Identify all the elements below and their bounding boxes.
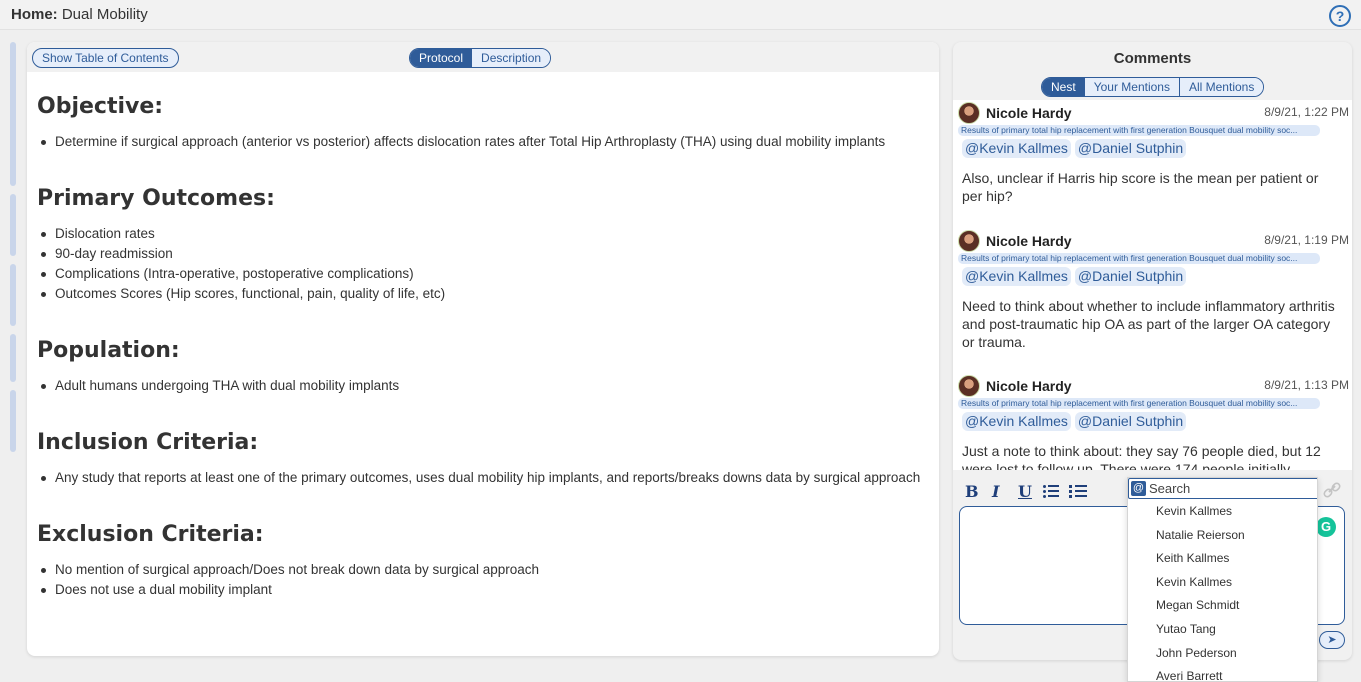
breadcrumb: Home: Dual Mobility: [11, 6, 148, 23]
tab-description[interactable]: Description: [472, 49, 551, 67]
comment-mentions: @Kevin Kallmes @Daniel Sutphin: [962, 412, 1187, 431]
mention-search: @: [1128, 478, 1317, 499]
mention-tag[interactable]: @Kevin Kallmes: [962, 267, 1071, 286]
section-progress-strip: [10, 42, 16, 452]
list-item: Does not use a dual mobility implant: [37, 580, 927, 600]
avatar: [958, 230, 980, 252]
comment-reference[interactable]: Results of primary total hip replacement…: [958, 398, 1320, 409]
italic-button[interactable]: I: [992, 482, 999, 501]
bullet-list-icon[interactable]: [1043, 485, 1059, 499]
comment-time: 8/9/21, 1:22 PM: [1264, 105, 1349, 119]
comment-time: 8/9/21, 1:13 PM: [1264, 378, 1349, 392]
section-list: No mention of surgical approach/Does not…: [37, 560, 927, 600]
mention-option[interactable]: Kevin Kallmes: [1128, 571, 1317, 595]
mention-tag[interactable]: @Kevin Kallmes: [962, 412, 1071, 431]
comment-text: Need to think about whether to include i…: [962, 298, 1335, 350]
grammarly-icon[interactable]: G: [1316, 517, 1336, 537]
help-icon[interactable]: ?: [1329, 5, 1351, 27]
tab-nest[interactable]: Nest: [1042, 78, 1085, 96]
section-heading: Objective:: [37, 94, 164, 119]
comment-mentions: @Kevin Kallmes @Daniel Sutphin: [962, 267, 1187, 286]
tab-your-mentions[interactable]: Your Mentions: [1084, 78, 1179, 96]
section-list: Dislocation rates 90-day readmission Compl…: [37, 224, 927, 304]
protocol-panel: Show Table of Contents Protocol Descript…: [27, 42, 939, 656]
protocol-view-tabs: Protocol Description: [409, 48, 552, 68]
breadcrumb-project: Dual Mobility: [61, 6, 148, 23]
mention-option[interactable]: Yutao Tang: [1128, 618, 1317, 642]
send-button[interactable]: ➤: [1319, 631, 1345, 649]
tab-protocol[interactable]: Protocol: [410, 49, 473, 67]
section-list: Any study that reports at least one of t…: [37, 468, 927, 488]
show-toc-button[interactable]: Show Table of Contents: [32, 48, 179, 68]
comment-time: 8/9/21, 1:19 PM: [1264, 233, 1349, 247]
comment-reference[interactable]: Results of primary total hip replacement…: [958, 125, 1320, 136]
section-list: Determine if surgical approach (anterior…: [37, 132, 927, 152]
comment-author[interactable]: Nicole Hardy: [986, 233, 1072, 249]
numbered-list-icon[interactable]: [1069, 485, 1087, 499]
mention-tag[interactable]: @Daniel Sutphin: [1074, 139, 1187, 158]
comment-text: Also, unclear if Harris hip score is the…: [962, 170, 1319, 204]
mention-option[interactable]: Megan Schmidt: [1128, 594, 1317, 618]
mention-option[interactable]: Keith Kallmes: [1128, 547, 1317, 571]
comment-author[interactable]: Nicole Hardy: [986, 105, 1072, 121]
list-item: No mention of surgical approach/Does not…: [37, 560, 927, 580]
comment-author[interactable]: Nicole Hardy: [986, 378, 1072, 394]
list-item: Dislocation rates: [37, 224, 927, 244]
comment-text: Just a note to think about: they say 76 …: [962, 443, 1321, 470]
list-item: Complications (Intra-operative, postoper…: [37, 264, 927, 284]
mention-option[interactable]: John Pederson: [1128, 642, 1317, 666]
protocol-panel-header: Show Table of Contents Protocol Descript…: [27, 42, 939, 72]
link-icon[interactable]: [1321, 481, 1343, 499]
top-bar: Home: Dual Mobility ?: [0, 0, 1361, 30]
list-item: Adult humans undergoing THA with dual mo…: [37, 376, 927, 396]
mention-tag[interactable]: @Daniel Sutphin: [1074, 412, 1187, 431]
breadcrumb-home[interactable]: Home:: [11, 6, 58, 23]
list-item: Outcomes Scores (Hip scores, functional,…: [37, 284, 927, 304]
underline-button[interactable]: U: [1018, 482, 1032, 501]
mention-option[interactable]: Natalie Reierson: [1128, 524, 1317, 548]
at-icon: @: [1131, 481, 1146, 496]
comment-reference[interactable]: Results of primary total hip replacement…: [958, 253, 1320, 264]
tab-all-mentions[interactable]: All Mentions: [1178, 78, 1264, 96]
protocol-document: Objective: Determine if surgical approach…: [37, 94, 927, 634]
bold-button[interactable]: B: [965, 482, 979, 501]
list-item: 90-day readmission: [37, 244, 927, 264]
section-heading: Exclusion Criteria:: [37, 522, 264, 547]
mention-option[interactable]: Kevin Kallmes: [1128, 500, 1317, 524]
comment-mentions: @Kevin Kallmes @Daniel Sutphin: [962, 139, 1187, 158]
mention-tag[interactable]: @Kevin Kallmes: [962, 139, 1071, 158]
comment-list[interactable]: Nicole Hardy 8/9/21, 1:22 PM Results of …: [953, 100, 1352, 470]
section-heading: Inclusion Criteria:: [37, 430, 259, 455]
comments-title: Comments: [1113, 50, 1192, 67]
section-heading: Population:: [37, 338, 180, 363]
mention-dropdown: @ Kevin Kallmes Natalie Reierson Keith K…: [1127, 477, 1318, 682]
section-heading: Primary Outcomes:: [37, 186, 275, 211]
avatar: [958, 375, 980, 397]
comments-tabs: Nest Your Mentions All Mentions: [1041, 77, 1265, 97]
mention-search-input[interactable]: [1149, 480, 1314, 497]
list-item: Determine if surgical approach (anterior…: [37, 132, 927, 152]
mention-tag[interactable]: @Daniel Sutphin: [1074, 267, 1187, 286]
mention-option[interactable]: Averi Barrett: [1128, 665, 1317, 681]
section-list: Adult humans undergoing THA with dual mo…: [37, 376, 927, 396]
avatar: [958, 102, 980, 124]
list-item: Any study that reports at least one of t…: [37, 468, 927, 488]
